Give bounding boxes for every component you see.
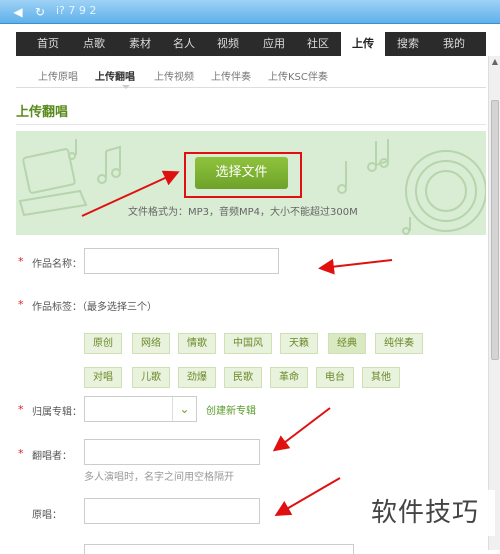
nav-item-apps[interactable]: 应用 xyxy=(256,32,292,56)
upload-subnav: 上传原唱 上传翻唱 上传视频 上传伴奏 上传KSC伴奏 xyxy=(16,62,486,88)
tag-radio[interactable]: 电台 xyxy=(316,367,354,388)
tag-original[interactable]: 原创 xyxy=(84,333,122,354)
nav-item-material[interactable]: 素材 xyxy=(122,32,158,56)
nav-item-home[interactable]: 首页 xyxy=(30,32,66,56)
subnav-upload-cover[interactable]: 上传翻唱 xyxy=(95,68,135,83)
choose-file-button[interactable]: 选择文件 xyxy=(195,157,288,189)
create-album-link[interactable]: 创建新专辑 xyxy=(206,402,256,417)
nav-item-video[interactable]: 视频 xyxy=(210,32,246,56)
tag-revolution[interactable]: 革命 xyxy=(270,367,308,388)
subnav-upload-original[interactable]: 上传原唱 xyxy=(38,68,78,83)
scroll-up-icon[interactable]: ▲ xyxy=(489,56,500,68)
nav-item-request[interactable]: 点歌 xyxy=(76,32,112,56)
arrow-to-work-name xyxy=(318,258,393,275)
tag-other[interactable]: 其他 xyxy=(362,367,400,388)
top-nav: 首页 点歌 素材 名人 视频 应用 社区 上传 搜索 我的 xyxy=(16,32,486,56)
album-select[interactable]: ⌄ xyxy=(84,396,197,422)
page-scrollbar[interactable]: ▲ xyxy=(488,56,500,550)
singer-hint: 多人演唱时，名字之间用空格隔开 xyxy=(84,472,234,483)
tag-heavenly[interactable]: 天籁 xyxy=(280,333,318,354)
next-field-input[interactable] xyxy=(84,544,354,554)
tag-pure-accompaniment[interactable]: 纯伴奏 xyxy=(375,333,423,354)
subnav-upload-accompaniment[interactable]: 上传伴奏 xyxy=(211,68,251,83)
arrow-to-original-singer xyxy=(274,477,341,517)
refresh-icon[interactable]: ↻ xyxy=(32,4,48,20)
watermark: 软件技巧 xyxy=(355,490,495,536)
subnav-upload-video[interactable]: 上传视频 xyxy=(154,68,194,83)
arrow-to-singer xyxy=(272,407,331,452)
divider xyxy=(16,124,486,125)
album-label: 归属专辑： xyxy=(32,407,82,418)
required-mark: * xyxy=(18,447,24,460)
active-tab-caret xyxy=(122,85,130,89)
subnav-upload-ksc[interactable]: 上传KSC伴奏 xyxy=(268,68,328,83)
required-mark: * xyxy=(18,298,24,311)
tag-chinese-style[interactable]: 中国风 xyxy=(224,333,272,354)
nav-item-search[interactable]: 搜索 xyxy=(390,32,426,56)
nav-item-mine[interactable]: 我的 xyxy=(436,32,472,56)
singer-label: 翻唱者： xyxy=(32,451,72,462)
original-singer-label: 原唱： xyxy=(32,510,62,521)
nav-item-upload[interactable]: 上传 xyxy=(341,32,385,56)
work-name-label: 作品名称： xyxy=(32,259,82,270)
required-mark: * xyxy=(18,403,24,416)
work-tags-label: 作品标签：（最多选择三个） xyxy=(32,302,157,313)
tag-love-song[interactable]: 情歌 xyxy=(178,333,216,354)
chevron-down-icon[interactable]: ⌄ xyxy=(172,397,196,421)
nav-item-community[interactable]: 社区 xyxy=(300,32,336,56)
tag-energetic[interactable]: 劲爆 xyxy=(178,367,216,388)
work-name-input[interactable] xyxy=(84,248,279,274)
tag-internet[interactable]: 网络 xyxy=(132,333,170,354)
back-arrow-icon[interactable]: ◀ xyxy=(10,4,26,20)
tag-children[interactable]: 儿歌 xyxy=(132,367,170,388)
singer-input[interactable] xyxy=(84,439,260,465)
original-singer-input[interactable] xyxy=(84,498,260,524)
tag-duet[interactable]: 对唱 xyxy=(84,367,122,388)
scroll-thumb[interactable] xyxy=(491,100,499,360)
nav-item-celebrity[interactable]: 名人 xyxy=(166,32,202,56)
file-format-note: 文件格式为：MP3，音频MP4，大小不能超过300M xyxy=(128,207,358,218)
browser-titlebar: ◀ ↻ i? 7 9 2 xyxy=(0,0,500,24)
required-mark: * xyxy=(18,255,24,268)
tag-folk[interactable]: 民歌 xyxy=(224,367,262,388)
page-title: 上传翻唱 xyxy=(16,105,69,120)
tag-classic[interactable]: 经典 xyxy=(328,333,366,354)
window-title: i? 7 9 2 xyxy=(56,4,97,17)
